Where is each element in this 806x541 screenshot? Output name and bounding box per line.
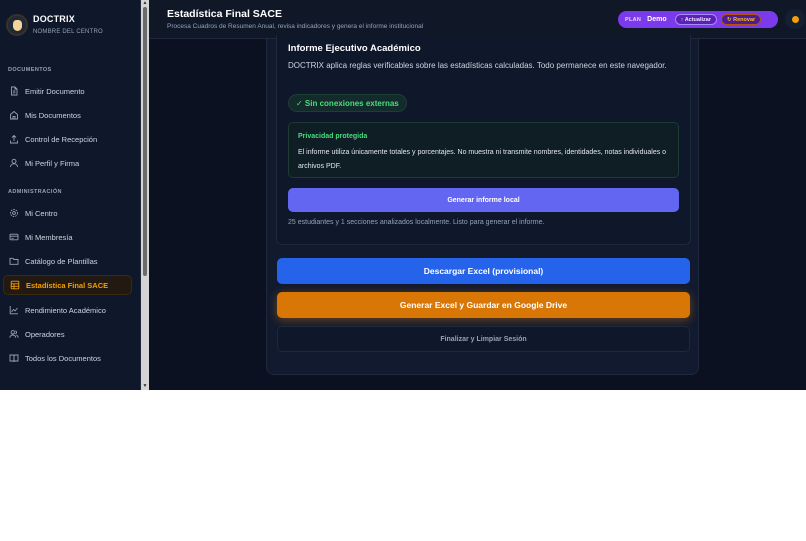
card-icon [9, 232, 19, 242]
page-header: Estadística Final SACE Procesa Cuadros d… [149, 0, 806, 39]
sidebar-item-operadores[interactable]: Operadores [3, 324, 132, 344]
user-icon [9, 158, 19, 168]
home-icon [9, 110, 19, 120]
sidebar-item-label: Mi Membresía [25, 232, 73, 242]
privacy-title: Privacidad protegida [298, 133, 368, 140]
download-excel-button[interactable]: Descargar Excel (provisional) [277, 258, 690, 284]
page-subtitle: Procesa Cuadros de Resumen Anual, revisa… [167, 23, 424, 30]
main-panel: Informe Ejecutivo Académico DOCTRIX apli… [266, 35, 699, 375]
finish-session-button[interactable]: Finalizar y Limpiar Sesión [277, 326, 690, 352]
upload-icon [9, 134, 19, 144]
report-description: DOCTRIX aplica reglas verificables sobre… [288, 61, 667, 70]
sidebar-item-mis-documentos[interactable]: Mis Documentos [3, 105, 132, 125]
sidebar-item-catalogo-de-plantillas[interactable]: Catálogo de Plantillas [3, 251, 132, 271]
sidebar-item-label: Operadores [25, 329, 65, 339]
page-title: Estadística Final SACE [167, 8, 282, 20]
renew-button[interactable]: ↻ Renovar [721, 14, 762, 25]
scroll-up-arrow-icon[interactable]: ▲ [142, 0, 148, 6]
privacy-notice: Privacidad protegida El informe utiliza … [288, 122, 679, 178]
sidebar-item-label: Mi Centro [25, 208, 58, 218]
settings-icon [9, 208, 19, 218]
analysis-status: 25 estudiantes y 1 secciones analizados … [288, 219, 545, 226]
sidebar-item-mi-centro[interactable]: Mi Centro [3, 203, 132, 223]
generate-local-report-button[interactable]: Generar informe local [288, 188, 679, 212]
section-title-administracion: ADMINISTRACIÓN [8, 189, 62, 195]
app-window: DOCTRIX NOMBRE DEL CENTRO DOCUMENTOS Emi… [0, 0, 806, 390]
brand-subtitle: NOMBRE DEL CENTRO [33, 29, 103, 35]
sidebar: DOCTRIX NOMBRE DEL CENTRO DOCUMENTOS Emi… [0, 0, 141, 390]
sidebar-item-label: Todos los Documentos [25, 353, 101, 363]
folder-icon [9, 256, 19, 266]
brand[interactable]: DOCTRIX NOMBRE DEL CENTRO [6, 10, 136, 42]
users-icon [9, 329, 19, 339]
sidebar-item-label: Estadística Final SACE [26, 280, 109, 290]
sidebar-item-rendimiento-academico[interactable]: Rendimiento Académico [3, 300, 132, 320]
report-card: Informe Ejecutivo Académico DOCTRIX apli… [276, 35, 691, 245]
sidebar-item-label: Catálogo de Plantillas [25, 256, 98, 266]
plan-badge: PLAN Demo ↑ Actualizar ↻ Renovar [618, 11, 778, 28]
document-icon [9, 86, 19, 96]
sidebar-item-mi-membresia[interactable]: Mi Membresía [3, 227, 132, 247]
sidebar-item-mi-perfil-y-firma[interactable]: Mi Perfil y Firma [3, 153, 132, 173]
plan-value: Demo [647, 16, 667, 23]
report-title: Informe Ejecutivo Académico [288, 43, 421, 54]
status-dot-icon [791, 15, 799, 23]
sidebar-item-label: Emitir Documento [25, 86, 85, 96]
sidebar-item-label: Mi Perfil y Firma [25, 158, 80, 168]
sidebar-item-todos-los-documentos[interactable]: Todos los Documentos [3, 348, 132, 368]
book-icon [9, 353, 19, 363]
user-menu-button[interactable] [785, 9, 805, 29]
section-title-documentos: DOCUMENTOS [8, 67, 52, 73]
spreadsheet-icon [10, 280, 20, 290]
sidebar-item-label: Control de Recepción [25, 134, 98, 144]
save-google-drive-button[interactable]: Generar Excel y Guardar en Google Drive [277, 292, 690, 318]
sidebar-item-emitir-documento[interactable]: Emitir Documento [3, 81, 132, 101]
sidebar-scrollbar[interactable]: ▲ ▼ [141, 0, 149, 390]
chart-line-icon [9, 305, 19, 315]
sidebar-item-estadistica-final-sace[interactable]: Estadística Final SACE [3, 275, 132, 295]
scrollbar-thumb[interactable] [143, 7, 147, 276]
privacy-text: El informe utiliza únicamente totales y … [298, 149, 667, 170]
plan-tag: PLAN [625, 16, 642, 23]
sidebar-item-label: Mis Documentos [25, 110, 81, 120]
sidebar-item-label: Rendimiento Académico [25, 305, 106, 315]
brand-name: DOCTRIX [33, 14, 75, 24]
scroll-down-arrow-icon[interactable]: ▼ [142, 383, 148, 389]
brand-logo [6, 14, 28, 36]
sidebar-item-control-de-recepcion[interactable]: Control de Recepción [3, 129, 132, 149]
upgrade-button[interactable]: ↑ Actualizar [674, 14, 717, 25]
no-external-connections-badge: ✓ Sin conexiones externas [288, 94, 407, 112]
